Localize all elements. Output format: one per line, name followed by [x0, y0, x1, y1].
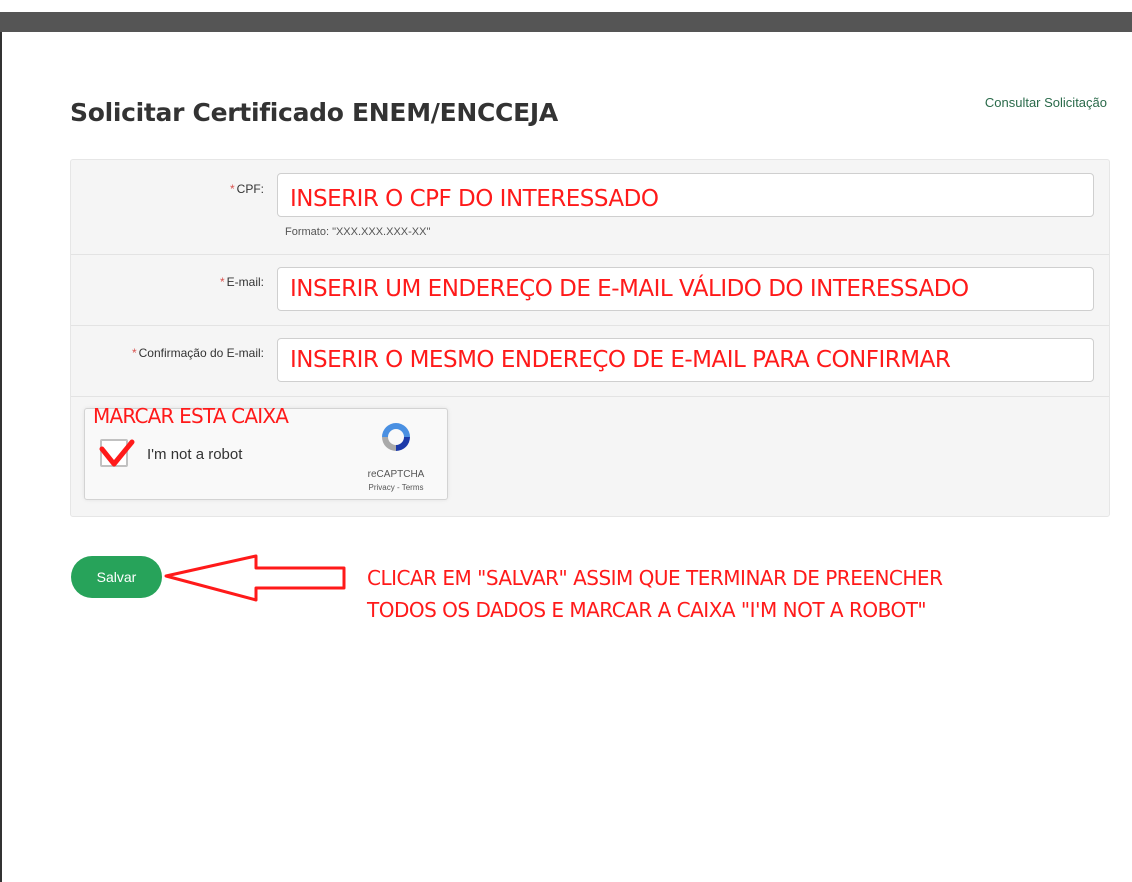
cpf-input-value: INSERIR O CPF DO INTERESSADO — [290, 186, 659, 213]
email-confirm-input[interactable]: INSERIR O MESMO ENDEREÇO DE E-MAIL PARA … — [277, 338, 1094, 382]
required-mark: * — [219, 275, 225, 289]
email-confirm-label: * Confirmação do E-mail: — [132, 346, 264, 360]
cpf-label: * CPF: — [230, 182, 264, 196]
cpf-format-hint: Formato: "XXX.XXX.XXX-XX" — [285, 226, 431, 238]
cpf-input[interactable]: INSERIR O CPF DO INTERESSADO — [277, 173, 1094, 217]
email-label-text: E-mail: — [226, 275, 264, 289]
email-input-value: INSERIR UM ENDEREÇO DE E-MAIL VÁLIDO DO … — [290, 276, 969, 302]
top-bar-dark-strip — [0, 12, 1132, 32]
save-annotation-line2: TODOS OS DADOS E MARCAR A CAIXA "I'M NOT… — [367, 598, 927, 622]
request-form: * CPF: INSERIR O CPF DO INTERESSADO Forma… — [70, 159, 1110, 517]
page-title: Solicitar Certificado ENEM/ENCCEJA — [70, 98, 558, 127]
arrow-left-icon — [164, 554, 346, 602]
consult-request-link[interactable]: Consultar Solicitação — [985, 95, 1107, 110]
recaptcha-checkbox-label: I'm not a robot — [147, 446, 243, 463]
recaptcha-privacy-terms[interactable]: Privacy - Terms — [363, 483, 429, 492]
required-mark: * — [131, 346, 137, 360]
email-input[interactable]: INSERIR UM ENDEREÇO DE E-MAIL VÁLIDO DO … — [277, 267, 1094, 311]
form-row-cpf: * CPF: INSERIR O CPF DO INTERESSADO Forma… — [71, 160, 1109, 255]
save-annotation-line1: CLICAR EM "SALVAR" ASSIM QUE TERMINAR DE… — [367, 566, 943, 590]
recaptcha-logo-icon — [382, 423, 410, 451]
recaptcha-brand: reCAPTCHA — [367, 469, 425, 480]
check-box-annotation: MARCAR ESTA CAIXA — [93, 404, 289, 428]
cpf-label-text: CPF: — [236, 182, 264, 196]
page-left-edge — [0, 32, 2, 882]
save-button[interactable]: Salvar — [71, 556, 162, 598]
form-row-email: * E-mail: INSERIR UM ENDEREÇO DE E-MAIL V… — [71, 255, 1109, 326]
email-confirm-label-text: Confirmação do E-mail: — [138, 346, 264, 360]
checkmark-icon — [99, 439, 135, 467]
email-confirm-input-value: INSERIR O MESMO ENDEREÇO DE E-MAIL PARA … — [290, 347, 951, 373]
email-label: * E-mail: — [220, 275, 264, 289]
required-mark: * — [229, 182, 235, 196]
form-row-email-confirm: * Confirmação do E-mail: INSERIR O MESMO … — [71, 326, 1109, 397]
